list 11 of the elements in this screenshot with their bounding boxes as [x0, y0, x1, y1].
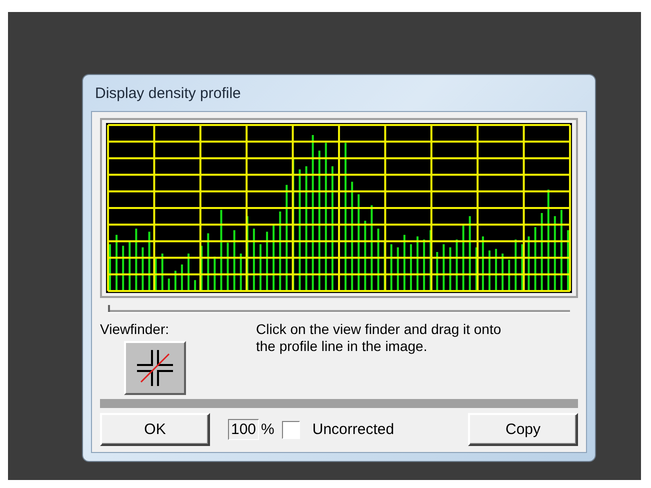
- percent-label: %: [261, 421, 274, 438]
- viewfinder-label: Viewfinder:: [100, 321, 170, 337]
- copy-button[interactable]: Copy: [468, 413, 578, 446]
- uncorrected-checkbox[interactable]: [282, 420, 300, 438]
- viewfinder-button[interactable]: [124, 341, 186, 395]
- uncorrected-label: Uncorrected: [312, 421, 394, 438]
- zoom-field[interactable]: 100: [228, 419, 260, 440]
- crosshair-icon: [135, 348, 175, 388]
- window-title: Display density profile: [94, 84, 242, 104]
- instructions-text: Click on the view finder and drag it onto the profile line in the image.: [256, 321, 502, 356]
- ok-button[interactable]: OK: [100, 413, 210, 446]
